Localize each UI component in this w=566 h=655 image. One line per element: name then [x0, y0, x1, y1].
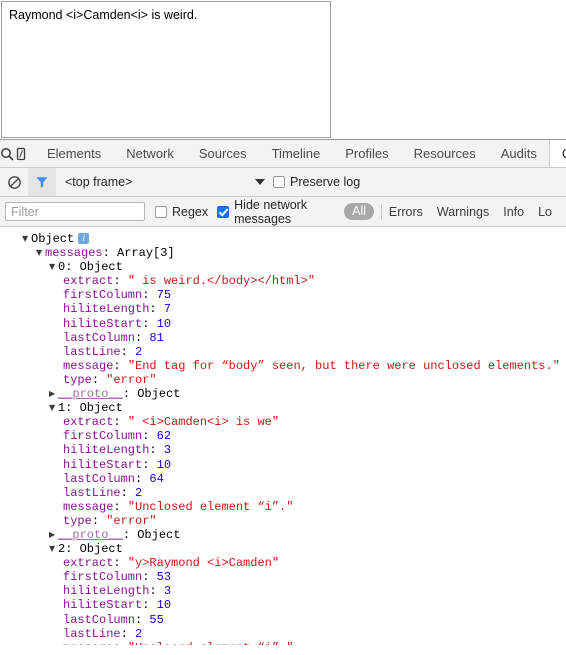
- regex-label: Regex: [172, 204, 209, 219]
- proto-row[interactable]: ▶ __proto__: Object: [0, 528, 566, 542]
- tab-resources[interactable]: Resources: [401, 140, 488, 167]
- disclosure-triangle-icon[interactable]: ▼: [22, 232, 31, 246]
- disclosure-triangle-icon[interactable]: ▶: [49, 528, 58, 542]
- property-firstColumn: firstColumn: 62: [63, 429, 172, 444]
- level-filter-info[interactable]: Info: [503, 205, 524, 219]
- preserve-log-label: Preserve log: [290, 175, 361, 189]
- console-frame-toolbar: <top frame> Preserve log: [0, 168, 566, 197]
- messages-array-row[interactable]: ▼ messages: Array[3]: [0, 246, 566, 260]
- regex-checkbox[interactable]: Regex: [155, 205, 208, 219]
- property-lastColumn: lastColumn: 55: [63, 612, 164, 627]
- level-filter-errors[interactable]: Errors: [389, 205, 423, 219]
- property-hiliteLength: hiliteLength: 3: [63, 584, 172, 599]
- devtools-tabstrip: Elements Network Sources Timeline Profil…: [0, 140, 566, 168]
- inspect-element-icon[interactable]: [0, 140, 14, 167]
- tab-audits[interactable]: Audits: [488, 140, 549, 167]
- filter-toggle-icon[interactable]: [28, 168, 56, 196]
- disclosure-triangle-icon[interactable]: ▼: [49, 542, 58, 556]
- disclosure-triangle-icon[interactable]: ▼: [49, 401, 58, 415]
- property-lastLine: lastLine: 2: [63, 626, 143, 641]
- hide-network-messages-label: Hide network messages: [234, 197, 308, 226]
- proto-row[interactable]: ▶ __proto__: Object: [0, 387, 566, 401]
- hide-network-messages-box: [217, 205, 230, 218]
- property-message: message: "End tag for “body” seen, but t…: [63, 358, 560, 373]
- console-filter-toolbar: Regex Hide network messages All Errors W…: [0, 197, 566, 227]
- property-lastLine: lastLine: 2: [63, 344, 143, 359]
- console-output[interactable]: ▼ Object i ▼ messages: Array[3] ▼ 0: Object ext…: [0, 227, 566, 645]
- property-firstColumn: firstColumn: 53: [63, 570, 172, 585]
- filter-input[interactable]: [5, 202, 145, 221]
- property-hiliteStart: hiliteStart: 10: [63, 598, 172, 613]
- level-filter-all[interactable]: All: [344, 202, 375, 221]
- property-hiliteStart: hiliteStart: 10: [63, 457, 172, 472]
- property-hiliteLength: hiliteLength: 7: [63, 302, 172, 317]
- tab-list: Elements Network Sources Timeline Profil…: [34, 140, 566, 167]
- html-source-textarea[interactable]: Raymond <i>Camden<i> is weird.: [1, 1, 331, 138]
- tab-sources[interactable]: Sources: [186, 140, 259, 167]
- property-type: type: "error": [63, 372, 157, 387]
- tab-timeline[interactable]: Timeline: [259, 140, 333, 167]
- property-lastLine: lastLine: 2: [63, 485, 143, 500]
- page-viewport: Raymond <i>Camden<i> is weird.: [0, 0, 566, 139]
- property-extract: extract: " <i>Camden<i> is we": [63, 415, 280, 430]
- console-root-object[interactable]: ▼ Object i: [0, 232, 566, 246]
- property-extract: extract: " is weird.</body></html>": [63, 274, 316, 289]
- property-lastColumn: lastColumn: 81: [63, 330, 164, 345]
- filter-divider: [381, 203, 382, 220]
- disclosure-triangle-icon[interactable]: ▼: [49, 260, 58, 274]
- property-message: message: "Unclosed element “i”.": [0, 641, 566, 645]
- level-filter-logs[interactable]: Lo: [538, 205, 552, 219]
- tab-elements[interactable]: Elements: [34, 140, 113, 167]
- clear-console-icon[interactable]: [0, 168, 28, 196]
- preserve-log-checkbox[interactable]: Preserve log: [273, 175, 360, 189]
- tab-network[interactable]: Network: [113, 140, 186, 167]
- devtools-panel: Elements Network Sources Timeline Profil…: [0, 139, 566, 655]
- chevron-down-icon: [255, 179, 265, 185]
- property-extract: extract: "y>Raymond <i>Camden": [63, 556, 280, 571]
- property-lastColumn: lastColumn: 64: [63, 471, 164, 486]
- level-filter-warnings[interactable]: Warnings: [437, 205, 489, 219]
- property-hiliteStart: hiliteStart: 10: [63, 316, 172, 331]
- message-item-2[interactable]: ▼ 2: Object: [0, 542, 566, 556]
- disclosure-triangle-icon[interactable]: ▼: [36, 246, 45, 260]
- tab-profiles[interactable]: Profiles: [332, 140, 400, 167]
- device-toolbar-icon[interactable]: [14, 140, 28, 167]
- info-badge: i: [78, 233, 90, 244]
- hide-network-messages-checkbox[interactable]: Hide network messages: [217, 198, 336, 226]
- tab-console[interactable]: Console: [548, 140, 566, 167]
- execution-context-selector[interactable]: <top frame>: [65, 175, 265, 189]
- regex-box: [155, 205, 167, 218]
- devtools-window: Raymond <i>Camden<i> is weird. Elements …: [0, 0, 566, 655]
- property-message: message: "Unclosed element “i”.": [63, 499, 294, 514]
- property-type: type: "error": [63, 513, 157, 528]
- message-item-0[interactable]: ▼ 0: Object: [0, 260, 566, 274]
- preserve-log-box: [273, 176, 285, 188]
- property-hiliteLength: hiliteLength: 3: [63, 443, 172, 458]
- message-item-1[interactable]: ▼ 1: Object: [0, 401, 566, 415]
- property-firstColumn: firstColumn: 75: [63, 288, 172, 303]
- disclosure-triangle-icon[interactable]: ▶: [49, 387, 58, 401]
- frame-value: <top frame>: [65, 175, 133, 189]
